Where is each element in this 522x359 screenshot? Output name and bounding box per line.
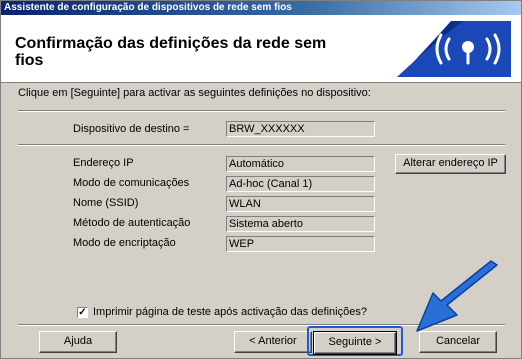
separator-middle	[18, 144, 505, 146]
back-button[interactable]: < Anterior	[234, 331, 312, 353]
wizard-header: Confirmação das definições da rede sem f…	[1, 15, 521, 83]
wireless-signal-icon	[397, 21, 511, 77]
encryption-mode-label: Modo de encriptação	[73, 237, 176, 249]
setup-wizard-window: Assistente de configuração de dispositiv…	[0, 0, 522, 359]
communication-mode-field: Ad-hoc (Canal 1)	[226, 176, 375, 192]
pointer-arrow-icon	[416, 260, 498, 332]
communication-mode-label: Modo de comunicações	[73, 177, 190, 189]
help-button[interactable]: Ajuda	[39, 331, 117, 353]
destination-label: Dispositivo de destino =	[73, 123, 190, 135]
ip-address-field: Automático	[226, 156, 375, 172]
ssid-field: WLAN	[226, 196, 375, 212]
encryption-mode-field: WEP	[226, 236, 375, 252]
window-title-bar: Assistente de configuração de dispositiv…	[1, 1, 521, 15]
instruction-text: Clique em [Seguinte] para activar as seg…	[18, 87, 371, 99]
authentication-method-label: Método de autenticação	[73, 217, 191, 229]
destination-field: BRW_XXXXXX	[226, 121, 375, 137]
print-test-page-label: Imprimir página de teste após activação …	[93, 306, 367, 318]
print-test-page-checkbox[interactable]: ✓	[77, 307, 88, 318]
next-button[interactable]: Seguinte >	[313, 331, 397, 355]
page-title: Confirmação das definições da rede sem f…	[15, 35, 327, 69]
change-ip-button[interactable]: Alterar endereço IP	[395, 154, 506, 174]
separator-top	[18, 110, 505, 112]
ip-address-label: Endereço IP	[73, 157, 134, 169]
authentication-method-field: Sistema aberto	[226, 216, 375, 232]
ssid-label: Nome (SSID)	[73, 197, 139, 209]
